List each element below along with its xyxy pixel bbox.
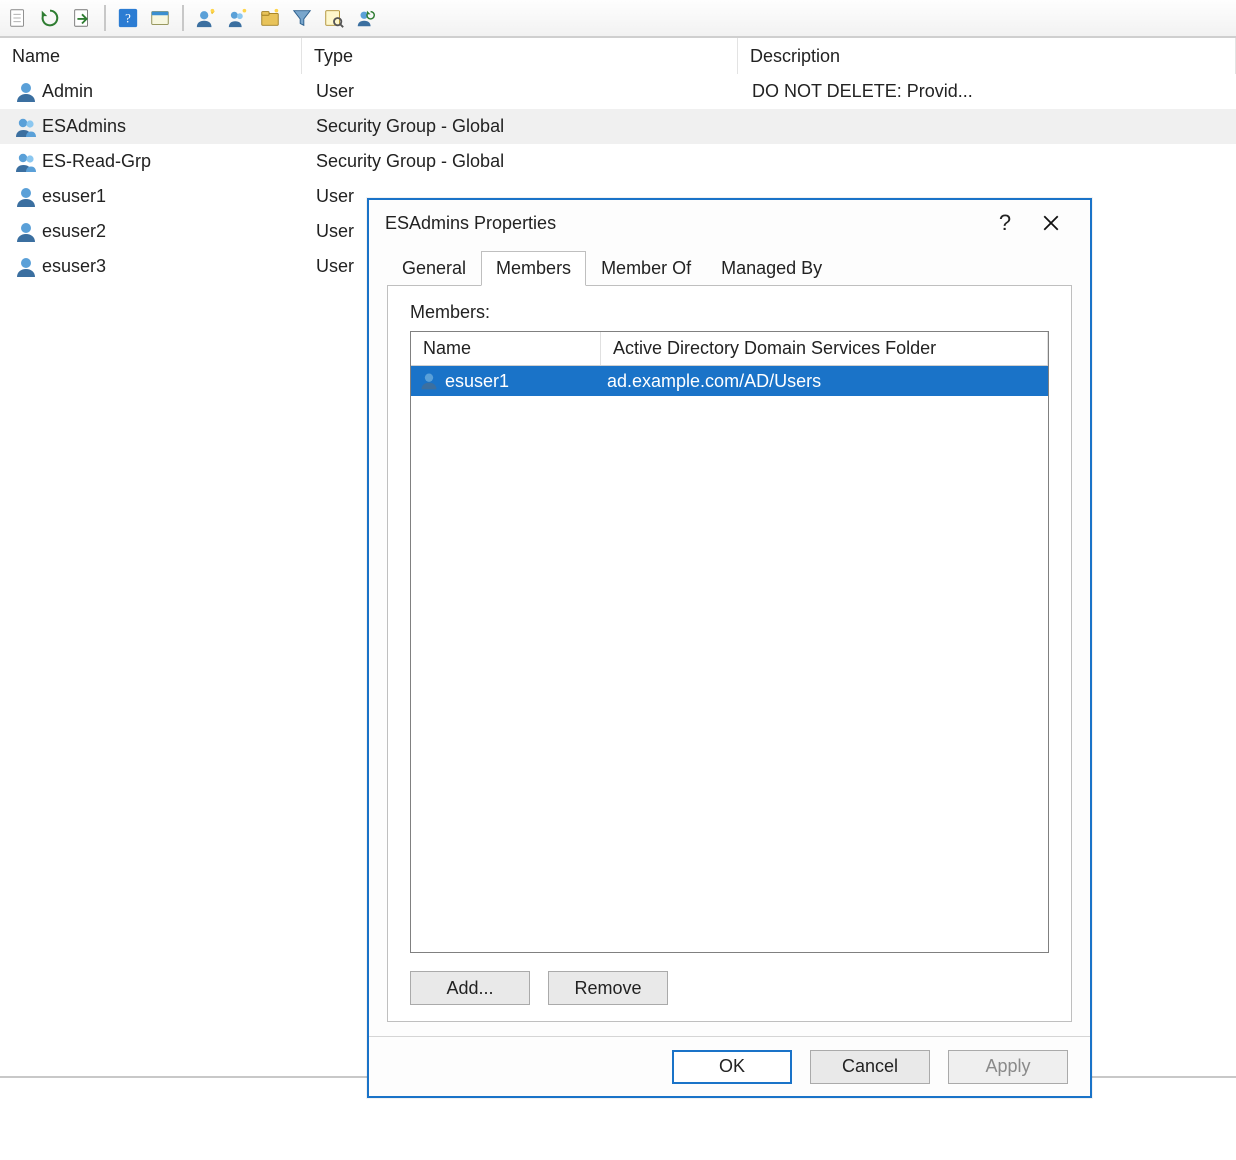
row-name: esuser3	[42, 256, 106, 277]
members-list: Name Active Directory Domain Services Fo…	[410, 331, 1049, 953]
user-icon	[14, 255, 38, 279]
remove-button[interactable]: Remove	[548, 971, 668, 1005]
user-icon	[417, 371, 441, 391]
row-desc: DO NOT DELETE: Provid...	[752, 81, 973, 102]
members-label: Members:	[410, 302, 1049, 323]
col-header-type[interactable]: Type	[302, 38, 738, 74]
tab-members[interactable]: Members	[481, 251, 586, 286]
row-name: ESAdmins	[42, 116, 126, 137]
ok-button[interactable]: OK	[672, 1050, 792, 1084]
members-list-header: Name Active Directory Domain Services Fo…	[411, 332, 1048, 366]
add-group-icon[interactable]	[224, 4, 252, 32]
toolbar-separator	[182, 5, 184, 31]
member-name: esuser1	[445, 371, 509, 392]
dialog-close-button[interactable]	[1028, 200, 1074, 246]
export-icon[interactable]	[68, 4, 96, 32]
toolbar-separator	[104, 5, 106, 31]
row-name: Admin	[42, 81, 93, 102]
list-row[interactable]: ES-Read-Grp Security Group - Global	[0, 144, 1236, 179]
row-type: User	[316, 256, 354, 277]
members-col-name[interactable]: Name	[411, 332, 601, 365]
properties-icon[interactable]	[146, 4, 174, 32]
members-col-folder[interactable]: Active Directory Domain Services Folder	[601, 332, 1048, 365]
dialog-footer: OK Cancel Apply	[369, 1036, 1090, 1096]
row-name: esuser2	[42, 221, 106, 242]
dialog-titlebar[interactable]: ESAdmins Properties ?	[369, 200, 1090, 246]
row-type: User	[316, 186, 354, 207]
row-name: esuser1	[42, 186, 106, 207]
row-name: ES-Read-Grp	[42, 151, 151, 172]
find-icon[interactable]	[320, 4, 348, 32]
dialog-help-button[interactable]: ?	[982, 200, 1028, 246]
list-row[interactable]: ESAdmins Security Group - Global	[0, 109, 1236, 144]
group-icon	[14, 150, 38, 174]
list-row[interactable]: Admin User DO NOT DELETE: Provid...	[0, 74, 1236, 109]
cancel-button[interactable]: Cancel	[810, 1050, 930, 1084]
user-icon	[14, 220, 38, 244]
user-icon	[14, 185, 38, 209]
col-header-name[interactable]: Name	[0, 38, 302, 74]
member-folder: ad.example.com/AD/Users	[607, 371, 821, 392]
col-header-description[interactable]: Description	[738, 38, 1236, 74]
close-icon	[1042, 214, 1060, 232]
group-icon	[14, 115, 38, 139]
row-type: User	[316, 81, 354, 102]
user-icon	[14, 80, 38, 104]
tabstrip: General Members Member Of Managed By	[387, 250, 1072, 286]
add-user-icon[interactable]	[192, 4, 220, 32]
filter-icon[interactable]	[288, 4, 316, 32]
sheet-icon[interactable]	[4, 4, 32, 32]
list-header: Name Type Description	[0, 38, 1236, 74]
refresh-icon[interactable]	[36, 4, 64, 32]
apply-button[interactable]: Apply	[948, 1050, 1068, 1084]
tab-member-of[interactable]: Member Of	[586, 251, 706, 286]
tab-content-members: Members: Name Active Directory Domain Se…	[387, 286, 1072, 1022]
add-button[interactable]: Add...	[410, 971, 530, 1005]
row-type: Security Group - Global	[316, 116, 504, 137]
new-ou-icon[interactable]	[256, 4, 284, 32]
tab-general[interactable]: General	[387, 251, 481, 286]
refresh-users-icon[interactable]	[352, 4, 380, 32]
row-type: Security Group - Global	[316, 151, 504, 172]
row-type: User	[316, 221, 354, 242]
help-icon[interactable]	[114, 4, 142, 32]
toolbar	[0, 0, 1236, 38]
properties-dialog: ESAdmins Properties ? General Members Me…	[367, 198, 1092, 1098]
members-row[interactable]: esuser1 ad.example.com/AD/Users	[411, 366, 1048, 396]
dialog-title: ESAdmins Properties	[385, 213, 982, 234]
tab-managed-by[interactable]: Managed By	[706, 251, 837, 286]
